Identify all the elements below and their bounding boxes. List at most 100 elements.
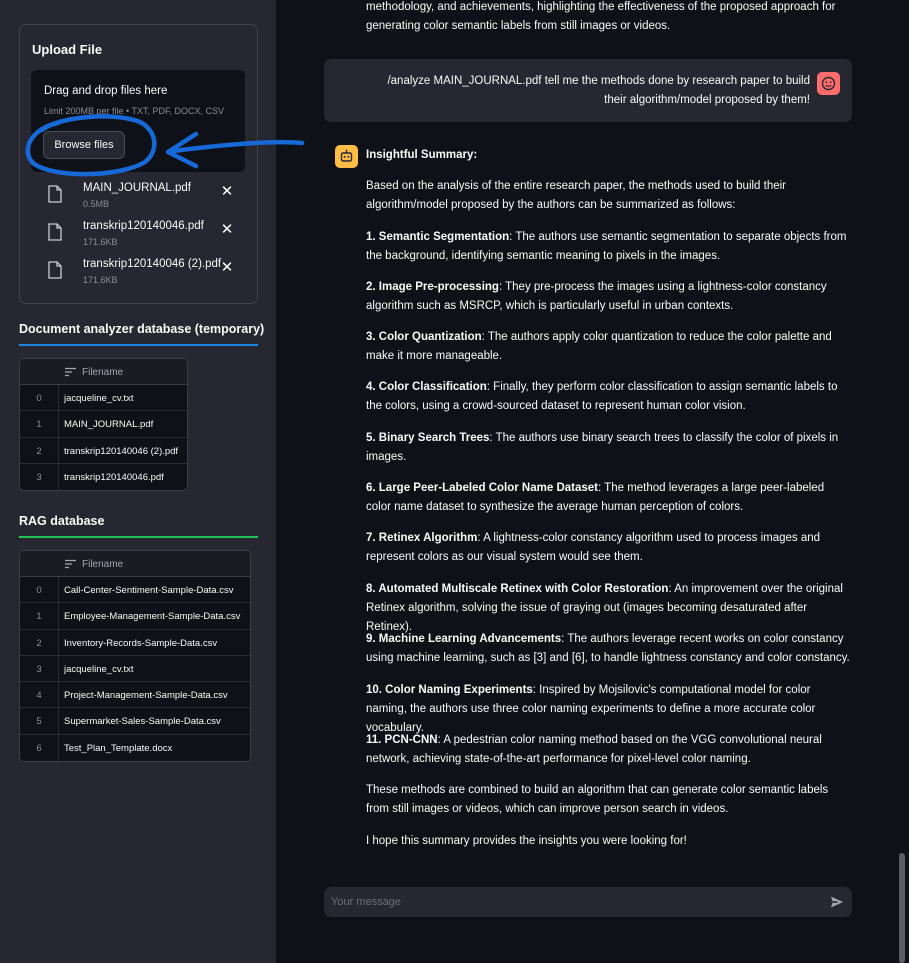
row-index: 2 xyxy=(36,637,42,649)
user-message: /analyze MAIN_JOURNAL.pdf tell me the me… xyxy=(324,59,852,122)
summary-heading: Insightful Summary: xyxy=(366,149,478,161)
scrollbar[interactable] xyxy=(899,853,905,963)
uploaded-file: transkrip120140046 (2).pdf 171.6KB ✕ xyxy=(48,258,248,292)
close-icon[interactable]: ✕ xyxy=(220,222,234,237)
row-index: 4 xyxy=(36,690,42,702)
row-filename: transkrip120140046 (2).pdf xyxy=(64,445,179,457)
table-row[interactable]: 6 Test_Plan_Template.docx xyxy=(20,734,250,762)
dropzone[interactable]: Drag and drop files here Limit 200MB per… xyxy=(31,70,245,172)
file-name: MAIN_JOURNAL.pdf xyxy=(83,182,192,194)
doc-db-title: Document analyzer database (temporary) xyxy=(19,322,265,336)
table-row[interactable]: 1 MAIN_JOURNAL.pdf xyxy=(20,411,187,438)
method-item: 5. Binary Search Trees: The authors use … xyxy=(366,429,852,467)
file-icon xyxy=(48,261,62,279)
doc-db-divider xyxy=(19,344,258,346)
close-icon[interactable]: ✕ xyxy=(220,260,234,275)
upload-title: Upload File xyxy=(32,42,103,57)
method-label: 9. Machine Learning Advancements xyxy=(366,633,562,645)
row-index: 0 xyxy=(36,585,42,596)
row-filename: transkrip120140046.pdf xyxy=(64,471,164,483)
row-filename: MAIN_JOURNAL.pdf xyxy=(64,419,154,431)
method-item: 2. Image Pre-processing: They pre-proces… xyxy=(366,278,852,316)
method-label: 7. Retinex Algorithm xyxy=(366,532,478,544)
file-name: transkrip120140046.pdf xyxy=(83,220,204,232)
method-item: 1. Semantic Segmentation: The authors us… xyxy=(366,228,852,266)
file-icon xyxy=(48,223,62,241)
column-type-icon xyxy=(65,559,76,569)
table-header: Filename xyxy=(20,551,250,577)
send-icon[interactable] xyxy=(830,895,844,909)
row-index: 3 xyxy=(36,663,42,675)
file-size: 171.6KB xyxy=(83,237,118,247)
summary-intro: Based on the analysis of the entire rese… xyxy=(366,180,787,211)
column-header[interactable]: Filename xyxy=(82,559,123,570)
sidebar: Upload File Drag and drop files here Lim… xyxy=(0,0,276,963)
row-filename: jacqueline_cv.txt xyxy=(64,663,134,675)
close-icon[interactable]: ✕ xyxy=(220,184,234,199)
method-label: 2. Image Pre-processing xyxy=(366,281,499,293)
method-label: 3. Color Quantization xyxy=(366,331,482,343)
row-filename: Project-Management-Sample-Data.csv xyxy=(64,690,228,702)
doc-db-table[interactable]: Filename 0 jacqueline_cv.txt 1 MAIN_JOURNA… xyxy=(19,358,188,492)
row-filename: Inventory-Records-Sample-Data.csv xyxy=(64,637,218,649)
row-index: 1 xyxy=(36,419,42,431)
method-label: 8. Automated Multiscale Retinex with Col… xyxy=(366,583,669,595)
row-index: 5 xyxy=(36,716,42,728)
method-item: 3. Color Quantization: The authors apply… xyxy=(366,328,852,366)
table-row[interactable]: 1 Employee-Management-Sample-Data.csv xyxy=(20,603,250,630)
table-row[interactable]: 3 transkrip120140046.pdf xyxy=(20,463,187,491)
rag-db-table[interactable]: Filename 0 Call-Center-Sentiment-Sample-D… xyxy=(19,550,251,763)
row-index: 1 xyxy=(36,611,42,623)
previous-message-line: methodology, and achievements, highlight… xyxy=(366,1,836,13)
method-label: 5. Binary Search Trees xyxy=(366,432,490,444)
dropzone-title: Drag and drop files here xyxy=(44,85,168,97)
file-name: transkrip120140046 (2).pdf xyxy=(83,258,222,270)
chat-input-bar xyxy=(324,887,852,917)
method-label: 4. Color Classification xyxy=(366,381,487,393)
table-row[interactable]: 2 Inventory-Records-Sample-Data.csv xyxy=(20,629,250,656)
browse-files-button[interactable]: Browse files xyxy=(43,131,125,159)
bot-avatar-icon xyxy=(335,145,358,168)
rag-db-divider xyxy=(19,536,258,538)
row-index: 6 xyxy=(36,742,42,754)
file-size: 0.5MB xyxy=(83,199,110,209)
previous-message-line: generating color semantic labels from st… xyxy=(366,20,671,32)
row-filename: Employee-Management-Sample-Data.csv xyxy=(64,611,241,623)
row-index: 2 xyxy=(36,445,42,457)
method-item: 4. Color Classification: Finally, they p… xyxy=(366,378,852,416)
file-icon xyxy=(48,185,62,203)
uploaded-file: transkrip120140046.pdf 171.6KB ✕ xyxy=(48,220,248,254)
row-filename: Test_Plan_Template.docx xyxy=(64,742,173,754)
method-item: 6. Large Peer-Labeled Color Name Dataset… xyxy=(366,479,852,517)
method-item: 10. Color Naming Experiments: Inspired b… xyxy=(366,681,852,738)
user-message-text: /analyze MAIN_JOURNAL.pdf tell me the me… xyxy=(387,75,810,106)
method-label: 11. PCN-CNN xyxy=(366,734,438,746)
summary-signoff: I hope this summary provides the insight… xyxy=(366,835,687,847)
table-row[interactable]: 0 Call-Center-Sentiment-Sample-Data.csv xyxy=(20,577,250,604)
file-size: 171.6KB xyxy=(83,275,118,285)
method-label: 10. Color Naming Experiments xyxy=(366,684,533,696)
message-input[interactable] xyxy=(324,887,814,917)
table-row[interactable]: 0 jacqueline_cv.txt xyxy=(20,385,187,412)
row-index: 0 xyxy=(36,393,42,404)
user-avatar-icon xyxy=(817,72,840,95)
table-row[interactable]: 4 Project-Management-Sample-Data.csv xyxy=(20,682,250,709)
table-row[interactable]: 5 Supermarket-Sales-Sample-Data.csv xyxy=(20,708,250,735)
row-filename: Supermarket-Sales-Sample-Data.csv xyxy=(64,716,221,728)
dropzone-limit: Limit 200MB per file • TXT, PDF, DOCX, C… xyxy=(44,106,225,116)
method-item: 8. Automated Multiscale Retinex with Col… xyxy=(366,580,852,637)
row-filename: jacqueline_cv.txt xyxy=(64,393,134,404)
row-index: 3 xyxy=(36,471,42,483)
row-filename: Call-Center-Sentiment-Sample-Data.csv xyxy=(64,585,234,596)
rag-db-title: RAG database xyxy=(19,514,105,528)
method-item: 9. Machine Learning Advancements: The au… xyxy=(366,630,852,668)
table-header: Filename xyxy=(20,359,187,385)
method-label: 1. Semantic Segmentation xyxy=(366,231,510,243)
method-item: 11. PCN-CNN: A pedestrian color naming m… xyxy=(366,731,852,769)
table-row[interactable]: 2 transkrip120140046 (2).pdf xyxy=(20,437,187,464)
table-row[interactable]: 3 jacqueline_cv.txt xyxy=(20,655,250,683)
column-header[interactable]: Filename xyxy=(82,367,123,378)
method-item: 7. Retinex Algorithm: A lightness-color … xyxy=(366,529,852,567)
method-label: 6. Large Peer-Labeled Color Name Dataset xyxy=(366,482,598,494)
uploaded-file: MAIN_JOURNAL.pdf 0.5MB ✕ xyxy=(48,182,248,216)
